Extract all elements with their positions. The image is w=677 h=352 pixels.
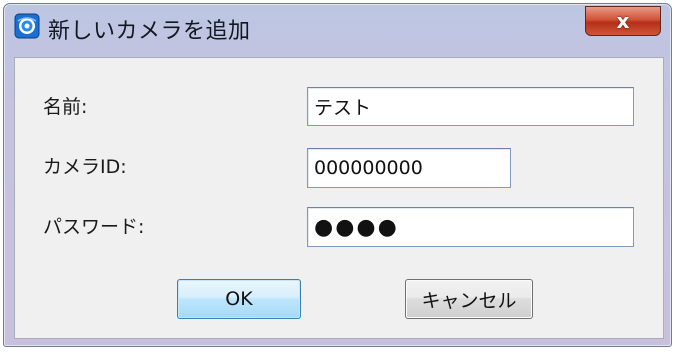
close-button[interactable]: x — [585, 6, 661, 36]
name-input[interactable]: テスト — [307, 87, 634, 126]
password-input[interactable]: ●●●● — [307, 207, 634, 247]
cancel-button[interactable]: キャンセル — [405, 279, 533, 319]
app-camera-icon — [14, 13, 40, 39]
close-icon: x — [616, 9, 630, 33]
camera-id-label: カメラID: — [43, 156, 127, 178]
camera-id-input[interactable]: 000000000 — [307, 148, 511, 188]
password-label: パスワード: — [43, 216, 145, 238]
add-camera-dialog: 新しいカメラを追加 x 名前: テスト カメラID: 000000000 パスワ… — [3, 3, 672, 347]
dialog-body: 名前: テスト カメラID: 000000000 パスワード: ●●●● OK … — [14, 57, 664, 339]
title-bar[interactable]: 新しいカメラを追加 x — [4, 4, 671, 48]
window-title: 新しいカメラを追加 — [48, 19, 251, 44]
ok-button[interactable]: OK — [177, 279, 301, 319]
name-label: 名前: — [43, 96, 88, 118]
